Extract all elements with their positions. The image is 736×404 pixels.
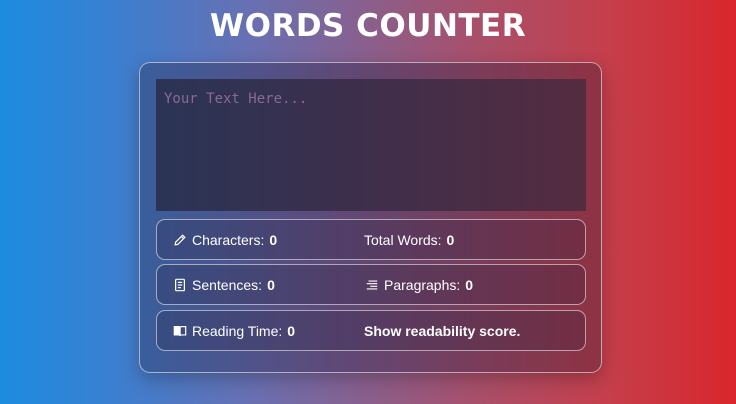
align-right-icon xyxy=(364,277,380,293)
reading-time-stat: Reading Time: 0 xyxy=(172,311,295,350)
reading-time-label: Reading Time: xyxy=(192,322,283,339)
total-words-count: 0 xyxy=(446,231,455,248)
characters-stat: Characters: 0 xyxy=(172,220,277,259)
total-words-label: Total Words: xyxy=(364,231,442,248)
counter-card: Characters: 0 Total Words: 0 Sentences: … xyxy=(139,62,602,373)
text-input[interactable] xyxy=(156,79,586,211)
characters-count: 0 xyxy=(269,231,278,248)
characters-label: Characters: xyxy=(192,231,265,248)
stats-row-1: Characters: 0 Total Words: 0 xyxy=(156,219,586,260)
paragraphs-count: 0 xyxy=(465,276,474,293)
readability-stat: Show readability score. xyxy=(364,311,520,350)
book-icon xyxy=(172,323,188,339)
stats-row-3: Reading Time: 0 Show readability score. xyxy=(156,310,586,351)
page-title: WORDS COUNTER xyxy=(209,8,527,44)
stats-row-2: Sentences: 0 Paragraphs: 0 xyxy=(156,264,586,305)
sentences-count: 0 xyxy=(267,276,275,293)
paragraphs-label: Paragraphs: xyxy=(384,276,461,293)
show-readability-link[interactable]: Show readability score. xyxy=(364,323,520,339)
total-words-stat: Total Words: 0 xyxy=(364,220,454,259)
sentences-label: Sentences: xyxy=(192,276,263,293)
document-icon xyxy=(172,277,188,293)
paragraphs-stat: Paragraphs: 0 xyxy=(364,265,473,304)
sentences-stat: Sentences: 0 xyxy=(172,265,275,304)
pencil-icon xyxy=(172,232,188,248)
reading-time-value: 0 xyxy=(287,322,296,339)
